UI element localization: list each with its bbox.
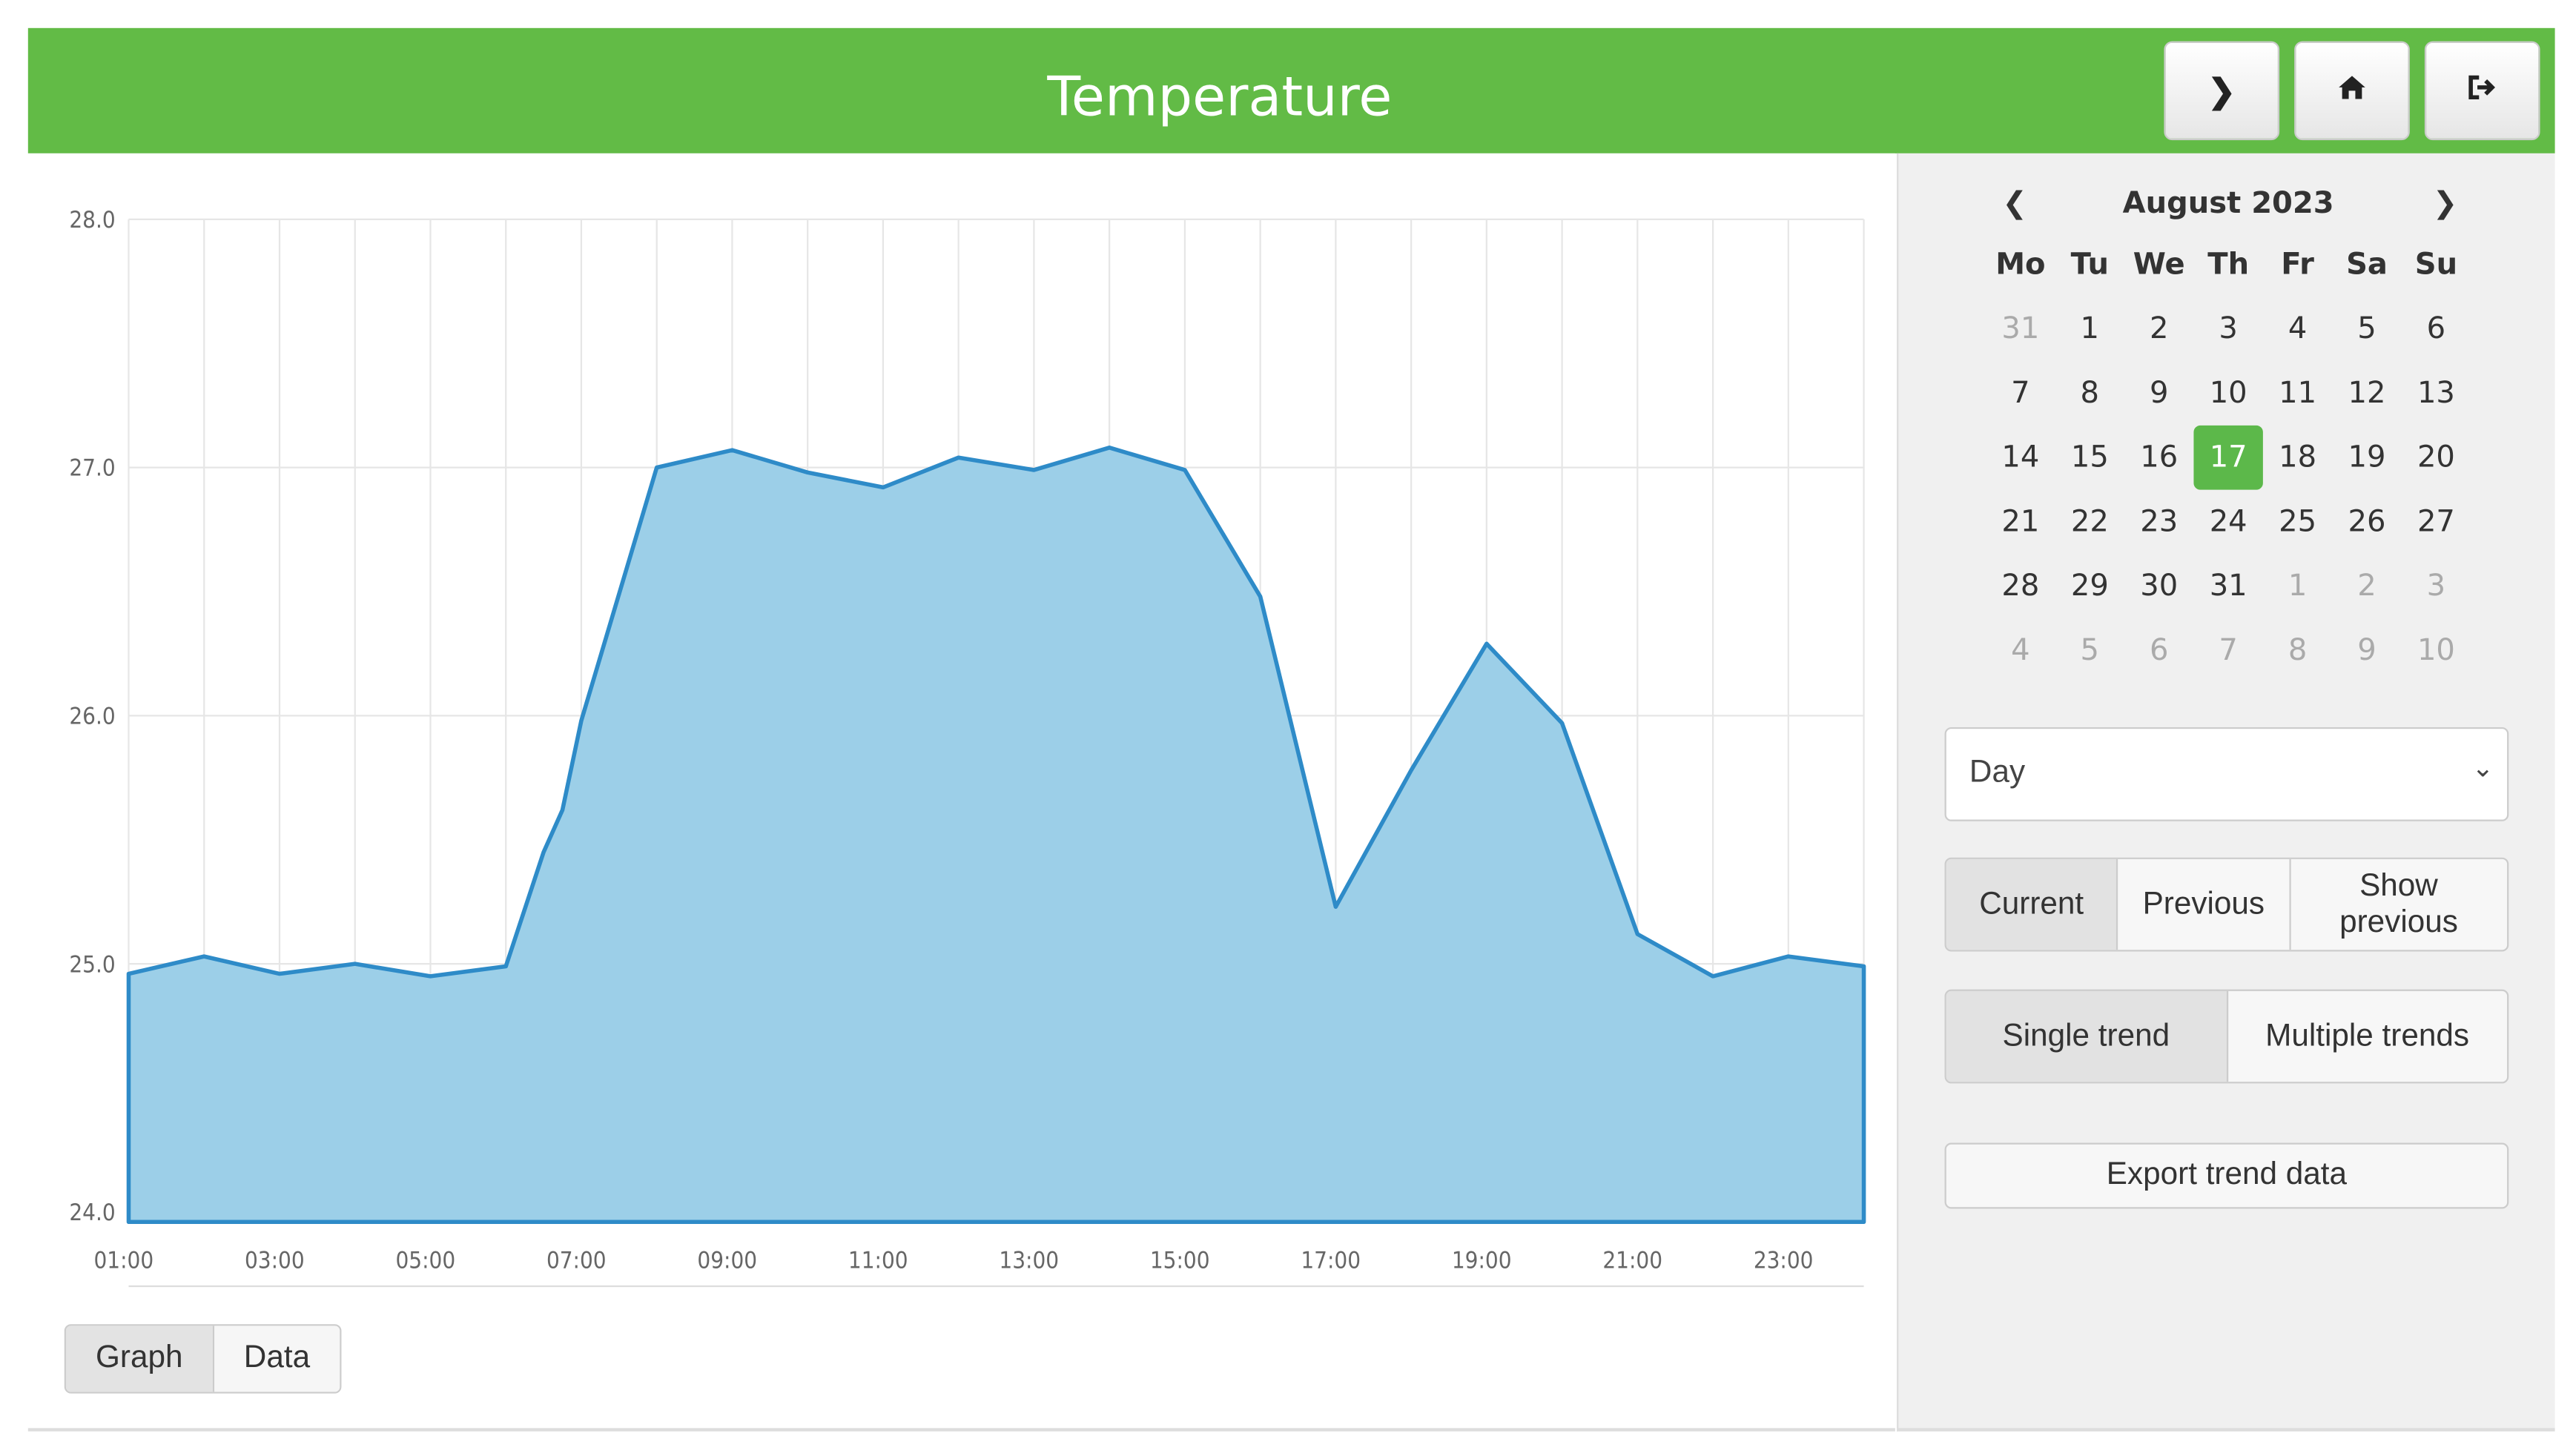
weekday-fr: Fr bbox=[2281, 247, 2314, 282]
calendar-day[interactable]: 17 bbox=[2193, 425, 2263, 490]
sidebar: ❮ August 2023 ❯ Mo Tu We Th Fr Sa Su 31 1 2 3 4 5 6 7 8… bbox=[1897, 153, 2555, 1432]
y-tick-label: 28.0 bbox=[69, 207, 115, 234]
calendar-day[interactable]: 16 bbox=[2124, 426, 2193, 490]
temperature-chart: 24.0 25.0 26.0 27.0 28.0 01:00 03:00 05:00 07:00… bbox=[69, 207, 1866, 1288]
previous-button[interactable]: Previous bbox=[2118, 858, 2290, 950]
x-tick-label: 17:00 bbox=[1301, 1248, 1361, 1274]
x-tick-label: 03:00 bbox=[245, 1248, 305, 1274]
calendar-day[interactable]: 21 bbox=[1986, 490, 2055, 555]
weekday-su: Su bbox=[2414, 247, 2458, 282]
period-select-value: Day bbox=[1969, 755, 2026, 790]
calendar-day[interactable]: 31 bbox=[2193, 554, 2262, 618]
calendar-day[interactable]: 29 bbox=[2055, 554, 2124, 618]
chevron-down-icon: ⌄ bbox=[2471, 755, 2494, 784]
export-button-wrap: Export trend data bbox=[1944, 1142, 2509, 1209]
weekday-tu: Tu bbox=[2070, 247, 2110, 282]
calendar-day[interactable]: 20 bbox=[2402, 426, 2471, 490]
calendar-day[interactable]: 25 bbox=[2263, 490, 2332, 555]
calendar-grid: Mo Tu We Th Fr Sa Su 31 1 2 3 4 5 6 7 8 9 10 11 12 13 14 15 16 1… bbox=[1986, 233, 2471, 683]
x-tick-label: 21:00 bbox=[1602, 1248, 1662, 1274]
calendar-day[interactable]: 14 bbox=[1986, 426, 2055, 490]
logout-icon bbox=[2465, 72, 2498, 110]
calendar-day[interactable]: 9 bbox=[2332, 618, 2401, 683]
calendar-day[interactable]: 5 bbox=[2332, 297, 2401, 361]
x-tick-label: 09:00 bbox=[697, 1248, 757, 1274]
calendar-day[interactable]: 15 bbox=[2055, 426, 2124, 490]
calendar-day[interactable]: 2 bbox=[2124, 297, 2193, 361]
calendar-day[interactable]: 19 bbox=[2332, 426, 2401, 490]
x-tick-label: 23:00 bbox=[1754, 1248, 1814, 1274]
multiple-trends-button[interactable]: Multiple trends bbox=[2227, 991, 2507, 1082]
calendar-day[interactable]: 2 bbox=[2332, 554, 2401, 618]
calendar-day[interactable]: 13 bbox=[2402, 361, 2471, 426]
x-tick-label: 07:00 bbox=[546, 1248, 607, 1274]
calendar-day[interactable]: 3 bbox=[2402, 554, 2471, 618]
calendar-day[interactable]: 10 bbox=[2193, 361, 2262, 426]
calendar-day[interactable]: 28 bbox=[1986, 554, 2055, 618]
calendar-day[interactable]: 27 bbox=[2402, 490, 2471, 555]
calendar-day[interactable]: 6 bbox=[2402, 297, 2471, 361]
calendar-day[interactable]: 24 bbox=[2193, 490, 2262, 555]
forward-button[interactable]: ❯ bbox=[2164, 41, 2280, 141]
calendar-day[interactable]: 8 bbox=[2055, 361, 2124, 426]
export-trend-data-button[interactable]: Export trend data bbox=[1946, 1145, 2507, 1208]
x-tick-label: 15:00 bbox=[1150, 1248, 1210, 1274]
calendar-day[interactable]: 12 bbox=[2332, 361, 2401, 426]
calendar-day[interactable]: 1 bbox=[2055, 297, 2124, 361]
calendar-day[interactable]: 6 bbox=[2124, 618, 2193, 683]
calendar-day[interactable]: 18 bbox=[2263, 426, 2332, 490]
tab-graph[interactable]: Graph bbox=[65, 1326, 214, 1392]
calendar-day[interactable]: 4 bbox=[2263, 297, 2332, 361]
tab-data[interactable]: Data bbox=[214, 1326, 340, 1392]
single-trend-button[interactable]: Single trend bbox=[1946, 990, 2228, 1082]
calendar-day[interactable]: 8 bbox=[2263, 618, 2332, 683]
calendar-day[interactable]: 10 bbox=[2402, 618, 2471, 683]
weekday-mo: Mo bbox=[1995, 247, 2046, 282]
calendar-day[interactable]: 22 bbox=[2055, 490, 2124, 555]
calendar-day[interactable]: 11 bbox=[2263, 361, 2332, 426]
prev-month-icon[interactable]: ❮ bbox=[2002, 186, 2027, 221]
logout-button[interactable] bbox=[2424, 41, 2540, 141]
x-tick-label: 11:00 bbox=[848, 1248, 908, 1274]
calendar-day[interactable]: 26 bbox=[2332, 490, 2401, 555]
calendar: ❮ August 2023 ❯ Mo Tu We Th Fr Sa Su 31 1 2 3 4 5 6 7 8… bbox=[1986, 186, 2471, 683]
calendar-day[interactable]: 5 bbox=[2055, 618, 2124, 683]
y-tick-label: 25.0 bbox=[69, 951, 115, 978]
view-tabs: Graph Data bbox=[64, 1324, 342, 1394]
month-label: August 2023 bbox=[2122, 186, 2334, 222]
weekday-we: We bbox=[2133, 247, 2185, 282]
home-icon bbox=[2337, 72, 2367, 110]
chevron-right-icon: ❯ bbox=[2207, 73, 2236, 110]
current-button[interactable]: Current bbox=[1946, 858, 2118, 950]
trend-button-group: Single trend Multiple trends bbox=[1944, 989, 2509, 1084]
calendar-day[interactable]: 7 bbox=[2193, 618, 2262, 683]
x-tick-label: 05:00 bbox=[395, 1248, 455, 1274]
x-tick-label: 01:00 bbox=[93, 1248, 153, 1274]
calendar-day[interactable]: 7 bbox=[1986, 361, 2055, 426]
temperature-area bbox=[126, 446, 1866, 1225]
calendar-day[interactable]: 31 bbox=[1986, 297, 2055, 361]
home-button[interactable] bbox=[2294, 41, 2410, 141]
calendar-day[interactable]: 1 bbox=[2263, 554, 2332, 618]
show-previous-button[interactable]: Show previous bbox=[2290, 859, 2507, 950]
next-month-icon[interactable]: ❯ bbox=[2433, 186, 2458, 221]
y-tick-label: 26.0 bbox=[69, 704, 115, 730]
y-tick-label: 24.0 bbox=[69, 1199, 115, 1226]
x-tick-label: 19:00 bbox=[1452, 1248, 1512, 1274]
weekday-th: Th bbox=[2207, 247, 2250, 282]
calendar-day[interactable]: 23 bbox=[2124, 490, 2193, 555]
calendar-day[interactable]: 4 bbox=[1986, 618, 2055, 683]
calendar-day[interactable]: 30 bbox=[2124, 554, 2193, 618]
chart-panel: 24.0 25.0 26.0 27.0 28.0 01:00 03:00 05:00 07:00… bbox=[27, 153, 1895, 1432]
calendar-day[interactable]: 3 bbox=[2193, 297, 2262, 361]
compare-button-group: Current Previous Show previous bbox=[1944, 857, 2509, 952]
weekday-sa: Sa bbox=[2346, 247, 2388, 282]
x-tick-label: 13:00 bbox=[999, 1248, 1059, 1274]
calendar-day[interactable]: 9 bbox=[2124, 361, 2193, 426]
y-tick-label: 27.0 bbox=[69, 455, 115, 482]
period-select[interactable]: Day ⌄ bbox=[1944, 727, 2509, 821]
